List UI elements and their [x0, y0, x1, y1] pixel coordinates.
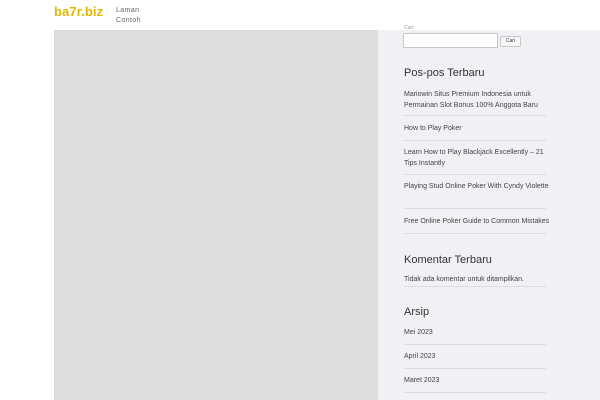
- site-title-link[interactable]: ba7r.biz: [54, 4, 103, 19]
- divider: [404, 286, 546, 287]
- recent-comments-heading: Komentar Terbaru: [404, 254, 492, 266]
- archives-heading: Arsip: [404, 306, 430, 318]
- divider: [404, 208, 546, 209]
- search-input[interactable]: [403, 33, 498, 48]
- no-comments-text: Tidak ada komentar untuk ditampilkan.: [404, 276, 524, 283]
- archive-link[interactable]: Mei 2023: [404, 328, 549, 339]
- divider: [404, 392, 546, 393]
- main-content-area: [54, 30, 378, 400]
- search-label: Cari:: [404, 25, 415, 31]
- recent-post-link[interactable]: How to Play Poker: [404, 124, 549, 135]
- site-header: ba7r.biz Laman Contoh: [0, 0, 600, 30]
- recent-post-link[interactable]: Playing Stud Online Poker With Cyndy Vio…: [404, 182, 549, 193]
- divider: [404, 368, 546, 369]
- divider: [404, 140, 546, 141]
- nav-item-laman-contoh[interactable]: Laman Contoh: [116, 6, 156, 26]
- recent-post-link[interactable]: Mariowin Situs Premium Indonesia untuk P…: [404, 90, 549, 111]
- recent-posts-heading: Pos-pos Terbaru: [404, 67, 485, 79]
- archive-link[interactable]: Maret 2023: [404, 376, 549, 387]
- divider: [404, 233, 546, 234]
- divider: [404, 115, 546, 116]
- archive-link[interactable]: April 2023: [404, 352, 549, 363]
- search-button[interactable]: Cari: [500, 36, 521, 47]
- recent-post-link[interactable]: Learn How to Play Blackjack Excellently …: [404, 148, 549, 169]
- divider: [404, 344, 546, 345]
- recent-post-link[interactable]: Free Online Poker Guide to Common Mistak…: [404, 217, 554, 228]
- divider: [404, 174, 546, 175]
